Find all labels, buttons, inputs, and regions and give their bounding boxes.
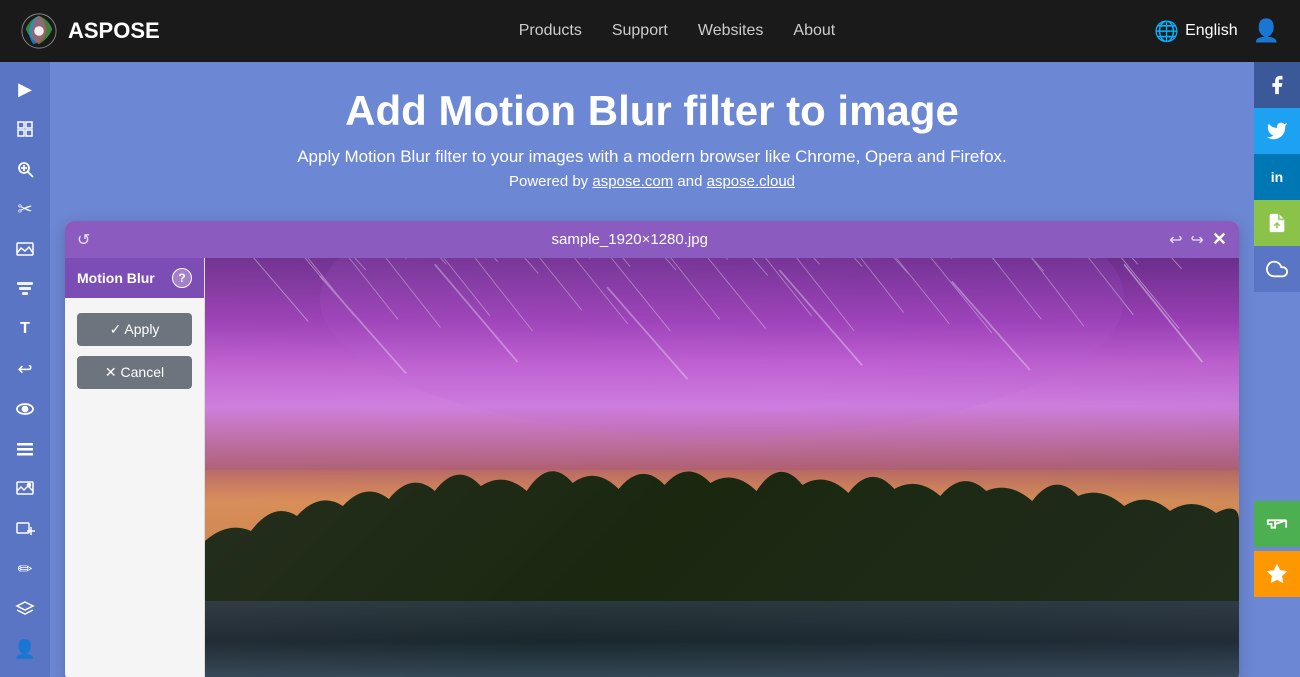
editor-body: Motion Blur ? ✓ Apply ✕ Cancel — [65, 258, 1239, 677]
hero-subtitle: Apply Motion Blur filter to your images … — [85, 147, 1219, 167]
main-content: Add Motion Blur filter to image Apply Mo… — [50, 62, 1254, 677]
tool-transform[interactable] — [6, 110, 44, 148]
aspose-cloud-link[interactable]: aspose.cloud — [707, 173, 795, 190]
globe-icon: 🌐 — [1154, 19, 1179, 44]
navbar-links: Products Support Websites About — [200, 22, 1155, 40]
brand-name: ASPOSE — [68, 18, 160, 44]
preview-image — [205, 258, 1239, 677]
tool-image-edit[interactable] — [6, 470, 44, 508]
tool-landscape[interactable] — [6, 230, 44, 268]
announcement-button[interactable] — [1254, 501, 1300, 547]
cancel-button[interactable]: ✕ Cancel — [77, 356, 192, 389]
navbar-right: 🌐 English 👤 — [1154, 18, 1280, 44]
tool-eye[interactable] — [6, 390, 44, 428]
right-bottom-buttons — [1254, 501, 1300, 597]
facebook-share-button[interactable] — [1254, 62, 1300, 108]
editor-reset-button[interactable]: ↺ — [77, 230, 90, 250]
tool-add-image[interactable] — [6, 510, 44, 548]
editor-toolbar: ↺ sample_1920×1280.jpg ↩ ↪ ✕ — [65, 221, 1239, 258]
tool-filter-fx[interactable] — [6, 270, 44, 308]
user-icon[interactable]: 👤 — [1253, 18, 1280, 44]
editor-redo-button[interactable]: ↪ — [1191, 230, 1204, 250]
powered-by: Powered by aspose.com and aspose.cloud — [85, 173, 1219, 190]
nav-products[interactable]: Products — [519, 22, 582, 40]
linkedin-share-button[interactable]: in — [1254, 154, 1300, 200]
image-area — [205, 258, 1239, 677]
tool-crop[interactable]: ✂ — [6, 190, 44, 228]
tool-list[interactable] — [6, 430, 44, 468]
language-button[interactable]: 🌐 English — [1154, 19, 1237, 44]
filter-panel: Motion Blur ? ✓ Apply ✕ Cancel — [65, 258, 205, 677]
cloud-share-button[interactable] — [1254, 246, 1300, 292]
filter-controls: ✓ Apply ✕ Cancel — [65, 298, 204, 404]
tool-zoom[interactable] — [6, 150, 44, 188]
brand-logo[interactable]: ASPOSE — [20, 12, 160, 50]
editor-panel: ↺ sample_1920×1280.jpg ↩ ↪ ✕ Motion Blur… — [65, 221, 1239, 677]
hero-section: Add Motion Blur filter to image Apply Mo… — [65, 62, 1239, 211]
filter-help-button[interactable]: ? — [172, 268, 192, 288]
filter-header: Motion Blur ? — [65, 258, 204, 298]
navbar: ASPOSE Products Support Websites About 🌐… — [0, 0, 1300, 62]
editor-close-button[interactable]: ✕ — [1212, 229, 1227, 250]
favorite-button[interactable] — [1254, 551, 1300, 597]
tool-brush[interactable]: ✏ — [6, 550, 44, 588]
tool-undo[interactable]: ↩ — [6, 350, 44, 388]
filter-label: Motion Blur — [77, 270, 155, 286]
tool-layers[interactable] — [6, 590, 44, 628]
editor-filename: sample_1920×1280.jpg — [98, 231, 1161, 248]
blur-overlay — [205, 258, 1239, 677]
aspose-com-link[interactable]: aspose.com — [592, 173, 673, 190]
tool-text[interactable]: T — [6, 310, 44, 348]
right-social-sidebar: in — [1254, 62, 1300, 292]
nav-support[interactable]: Support — [612, 22, 668, 40]
left-sidebar: ▶ ✂ T ↩ ✏ 👤 — [0, 62, 50, 677]
page-title: Add Motion Blur filter to image — [85, 87, 1219, 135]
file-share-button[interactable] — [1254, 200, 1300, 246]
apply-button[interactable]: ✓ Apply — [77, 313, 192, 346]
language-label: English — [1185, 22, 1237, 40]
nav-about[interactable]: About — [793, 22, 835, 40]
twitter-share-button[interactable] — [1254, 108, 1300, 154]
tool-person[interactable]: 👤 — [6, 630, 44, 668]
nav-websites[interactable]: Websites — [698, 22, 764, 40]
tool-arrow-right[interactable]: ▶ — [6, 70, 44, 108]
editor-undo-button[interactable]: ↩ — [1169, 230, 1182, 250]
